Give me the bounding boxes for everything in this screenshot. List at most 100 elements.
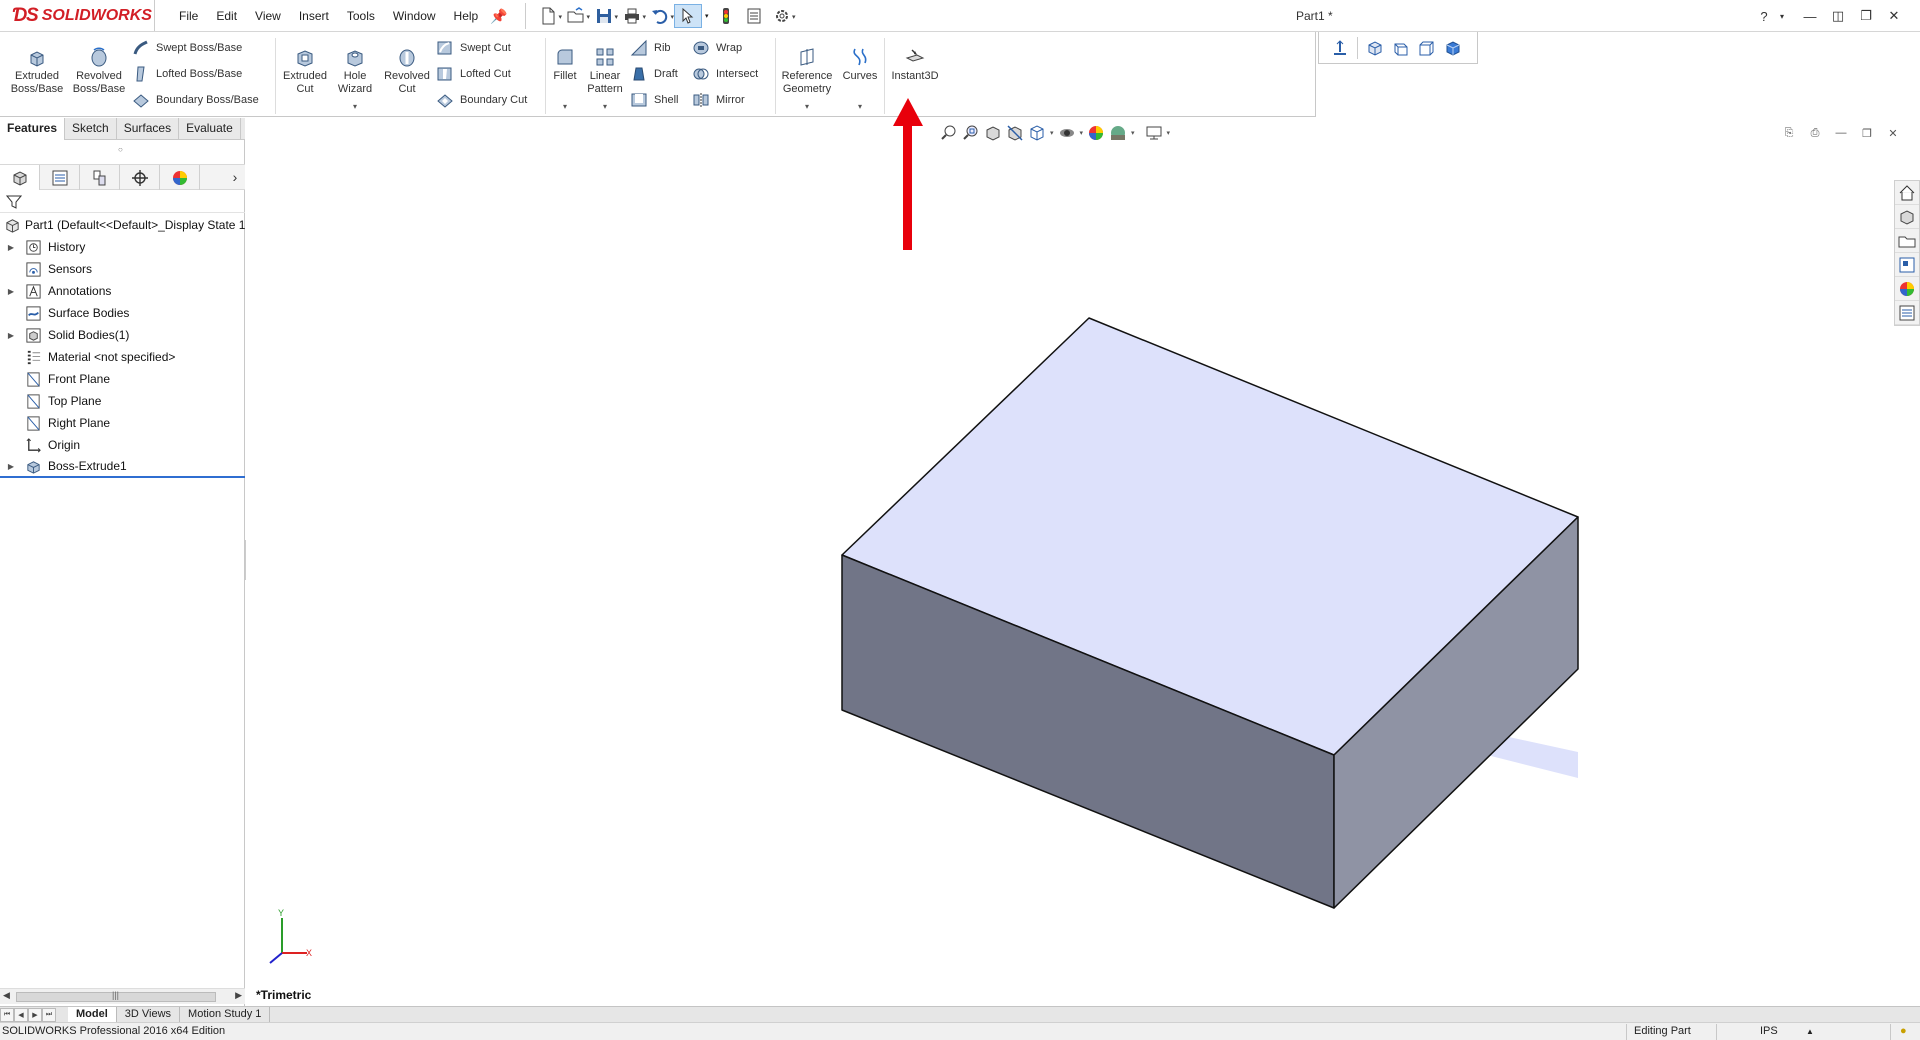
tab-model[interactable]: Model bbox=[68, 1007, 117, 1022]
fillet-button[interactable]: Fillet ▾ bbox=[548, 46, 582, 113]
expand-arrow-icon[interactable]: ▶ bbox=[6, 331, 16, 340]
revolved-boss-button[interactable]: Revolved Boss/Base bbox=[70, 46, 128, 96]
boundary-boss-button[interactable]: Boundary Boss/Base bbox=[132, 90, 259, 110]
hole-wizard-dropdown-icon[interactable]: ▾ bbox=[332, 100, 378, 113]
reference-geometry-dropdown-icon[interactable]: ▾ bbox=[778, 100, 836, 113]
panel-collapse-handle-icon[interactable]: ○ bbox=[118, 145, 123, 154]
viewport-collapse-right-icon[interactable]: ⎙ bbox=[1802, 124, 1828, 142]
options-button[interactable]: ▾ bbox=[768, 4, 796, 28]
viewport-close-icon[interactable]: ✕ bbox=[1880, 124, 1906, 142]
menu-window[interactable]: Window bbox=[384, 9, 445, 23]
lofted-boss-button[interactable]: Lofted Boss/Base bbox=[132, 64, 242, 84]
linear-pattern-dropdown-icon[interactable]: ▾ bbox=[585, 100, 625, 113]
solidworks-resources-tab[interactable] bbox=[1895, 181, 1919, 205]
tree-filter-row[interactable] bbox=[0, 191, 245, 213]
menu-help[interactable]: Help bbox=[445, 9, 488, 23]
undo-button[interactable]: ▾ bbox=[646, 4, 674, 28]
expand-arrow-icon[interactable]: ▶ bbox=[6, 243, 16, 252]
tile-button[interactable]: ◫ bbox=[1824, 4, 1852, 28]
shaded-view-button[interactable] bbox=[1440, 36, 1466, 60]
rebuild-status-icon[interactable]: ● bbox=[1900, 1025, 1907, 1037]
tab-dimxpertmanager[interactable] bbox=[120, 165, 160, 190]
display-style-button[interactable] bbox=[1056, 122, 1078, 144]
tree-item-sensors[interactable]: Sensors bbox=[0, 258, 245, 280]
scroll-left-arrow-icon[interactable]: ◀ bbox=[3, 990, 10, 1001]
apply-scene-button[interactable] bbox=[1107, 122, 1129, 144]
pin-menu-icon[interactable]: 📌 bbox=[490, 8, 507, 25]
trimetric-view-button[interactable] bbox=[1388, 36, 1414, 60]
view-palette-tab[interactable] bbox=[1895, 253, 1919, 277]
tree-item-surface-bodies[interactable]: Surface Bodies bbox=[0, 302, 245, 324]
menu-tools[interactable]: Tools bbox=[338, 9, 384, 23]
swept-boss-button[interactable]: Swept Boss/Base bbox=[132, 38, 242, 58]
design-library-tab[interactable] bbox=[1895, 205, 1919, 229]
more-tabs-chevron-icon[interactable]: › bbox=[225, 165, 245, 189]
rebuild-button[interactable] bbox=[712, 4, 740, 28]
tab-3d-views[interactable]: 3D Views bbox=[117, 1007, 181, 1022]
select-button[interactable] bbox=[674, 4, 702, 28]
units-text[interactable]: IPS bbox=[1760, 1025, 1778, 1037]
extruded-cut-button[interactable]: Extruded Cut bbox=[280, 46, 330, 96]
linear-pattern-button[interactable]: Linear Pattern ▾ bbox=[585, 46, 625, 113]
help-dropdown-icon[interactable]: ▾ bbox=[1768, 4, 1796, 28]
menu-edit[interactable]: Edit bbox=[207, 9, 246, 23]
menu-file[interactable]: File bbox=[170, 9, 207, 23]
tree-item-annotations[interactable]: ▶ Annotations bbox=[0, 280, 245, 302]
view-settings-dropdown-icon[interactable]: ▾ bbox=[1167, 129, 1171, 137]
menu-insert[interactable]: Insert bbox=[290, 9, 338, 23]
hole-wizard-button[interactable]: Hole Wizard ▾ bbox=[332, 46, 378, 113]
view-settings-button[interactable] bbox=[1143, 122, 1165, 144]
tree-item-boss-extrude1[interactable]: ▶ Boss-Extrude1 bbox=[0, 456, 245, 478]
scroll-right-arrow-icon[interactable]: ▶ bbox=[235, 990, 242, 1001]
shell-button[interactable]: Shell bbox=[630, 90, 678, 110]
restore-button[interactable]: ❐ bbox=[1852, 4, 1880, 28]
tab-sketch[interactable]: Sketch bbox=[65, 118, 117, 140]
expand-arrow-icon[interactable]: ▶ bbox=[6, 287, 16, 296]
zoom-to-fit-button[interactable] bbox=[938, 122, 960, 144]
file-explorer-tab[interactable] bbox=[1895, 229, 1919, 253]
minimize-button[interactable]: — bbox=[1796, 4, 1824, 28]
tree-item-origin[interactable]: Origin bbox=[0, 434, 245, 456]
rib-button[interactable]: Rib bbox=[630, 38, 671, 58]
tab-prev-arrow-icon[interactable]: ◀ bbox=[14, 1007, 28, 1022]
tree-item-solid-bodies[interactable]: ▶ Solid Bodies(1) bbox=[0, 324, 245, 346]
tab-first-arrow-icon[interactable]: ⏮ bbox=[0, 1007, 14, 1022]
tree-root-part[interactable]: Part1 (Default<<Default>_Display State 1 bbox=[0, 214, 245, 236]
tab-featuremanager[interactable] bbox=[0, 165, 40, 190]
draft-button[interactable]: Draft bbox=[630, 64, 678, 84]
swept-cut-button[interactable]: Swept Cut bbox=[436, 38, 511, 58]
tree-item-front-plane[interactable]: Front Plane bbox=[0, 368, 245, 390]
filter-funnel-icon[interactable] bbox=[6, 194, 22, 210]
select-dropdown-icon[interactable]: ▾ bbox=[705, 12, 709, 20]
intersect-button[interactable]: Intersect bbox=[692, 64, 758, 84]
units-dropdown-icon[interactable]: ▲ bbox=[1806, 1027, 1814, 1036]
view-orientation-button[interactable] bbox=[1026, 122, 1048, 144]
view-orientation-dropdown-icon[interactable]: ▾ bbox=[1050, 129, 1054, 137]
display-style-dropdown-icon[interactable]: ▾ bbox=[1080, 129, 1084, 137]
tree-item-top-plane[interactable]: Top Plane bbox=[0, 390, 245, 412]
previous-view-button[interactable] bbox=[982, 122, 1004, 144]
tab-displaymanager[interactable] bbox=[160, 165, 200, 190]
boundary-cut-button[interactable]: Boundary Cut bbox=[436, 90, 527, 110]
curves-dropdown-icon[interactable]: ▾ bbox=[838, 100, 882, 113]
lofted-cut-button[interactable]: Lofted Cut bbox=[436, 64, 511, 84]
custom-properties-tab[interactable] bbox=[1895, 301, 1919, 325]
zoom-to-area-button[interactable] bbox=[960, 122, 982, 144]
tab-configurationmanager[interactable] bbox=[80, 165, 120, 190]
expand-arrow-icon[interactable]: ▶ bbox=[6, 462, 16, 471]
revolved-cut-button[interactable]: Revolved Cut bbox=[382, 46, 432, 96]
tab-last-arrow-icon[interactable]: ⏭ bbox=[42, 1007, 56, 1022]
wrap-button[interactable]: Wrap bbox=[692, 38, 742, 58]
normal-to-button[interactable] bbox=[1327, 36, 1353, 60]
file-properties-button[interactable] bbox=[740, 4, 768, 28]
edit-appearance-button[interactable] bbox=[1085, 122, 1107, 144]
section-view-button[interactable] bbox=[1004, 122, 1026, 144]
tab-next-arrow-icon[interactable]: ▶ bbox=[28, 1007, 42, 1022]
mirror-button[interactable]: Mirror bbox=[692, 90, 745, 110]
menu-view[interactable]: View bbox=[246, 9, 290, 23]
apply-scene-dropdown-icon[interactable]: ▾ bbox=[1131, 129, 1135, 137]
tree-item-history[interactable]: ▶ History bbox=[0, 236, 245, 258]
tab-features[interactable]: Features bbox=[0, 118, 66, 140]
solidworks-logo[interactable]: ƊS SOLIDWORKS bbox=[0, 0, 155, 31]
viewport-restore-icon[interactable]: ❐ bbox=[1854, 124, 1880, 142]
